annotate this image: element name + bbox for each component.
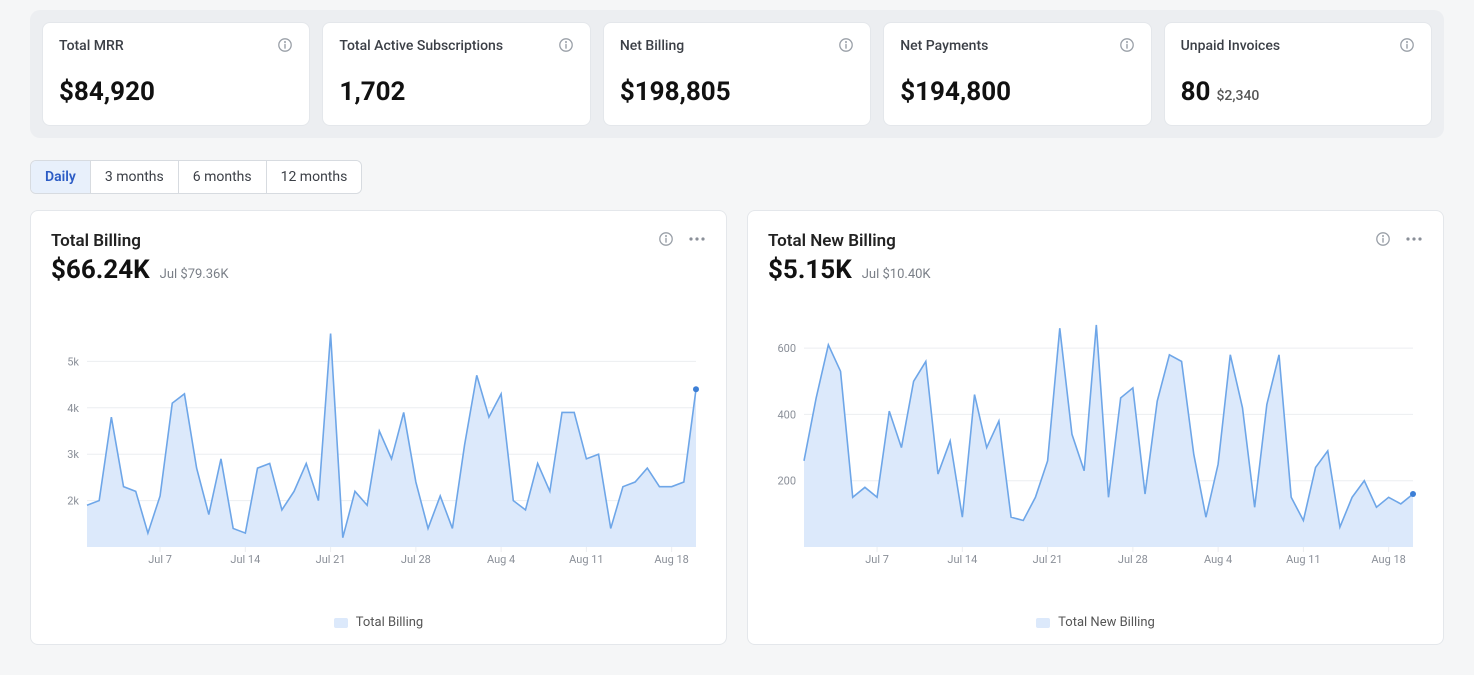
kpi-info-button[interactable] <box>1119 37 1135 53</box>
kpi-info-button[interactable] <box>277 37 293 53</box>
chart-title: Total Billing <box>51 231 141 251</box>
charts-row: Total Billing $66.24K Jul $79.36K 2k 3k 4k 5k J… <box>30 210 1444 645</box>
kpi-value: 80 <box>1181 77 1211 107</box>
svg-text:600: 600 <box>777 342 796 355</box>
tab-daily[interactable]: Daily <box>31 161 91 193</box>
kpi-card[interactable]: Net Payments $194,800 <box>883 22 1151 126</box>
chart-card: Total Billing $66.24K Jul $79.36K 2k 3k 4k 5k J… <box>30 210 727 645</box>
svg-text:3k: 3k <box>67 448 79 461</box>
svg-text:Jul 7: Jul 7 <box>865 553 889 566</box>
kpi-label: Total MRR <box>59 37 124 55</box>
svg-text:Jul 21: Jul 21 <box>1033 553 1063 566</box>
svg-text:Aug 18: Aug 18 <box>654 553 688 566</box>
kpi-info-button[interactable] <box>838 37 854 53</box>
chart-value: $5.15K <box>768 255 852 285</box>
time-range-tabs: Daily3 months6 months12 months <box>30 160 362 194</box>
kpi-value: $198,805 <box>620 77 731 107</box>
kpi-value: $84,920 <box>59 77 155 107</box>
chart-legend: Total New Billing <box>768 615 1423 630</box>
kpi-label: Total Active Subscriptions <box>339 37 503 55</box>
legend-swatch <box>1036 618 1050 628</box>
kpi-card[interactable]: Total Active Subscriptions 1,702 <box>322 22 590 126</box>
svg-text:2k: 2k <box>67 495 79 508</box>
chart-svg: 200 400 600 Jul 7 Jul 14 Jul 21 Jul 28 Aug 4 Aug… <box>768 309 1423 569</box>
legend-label: Total New Billing <box>1058 615 1155 630</box>
info-icon[interactable] <box>277 37 293 53</box>
svg-text:Aug 11: Aug 11 <box>1286 553 1320 566</box>
legend-label: Total Billing <box>356 615 423 630</box>
chart-title: Total New Billing <box>768 231 896 251</box>
svg-text:400: 400 <box>777 408 796 421</box>
kpi-label: Net Billing <box>620 37 684 55</box>
kpi-card[interactable]: Total MRR $84,920 <box>42 22 310 126</box>
svg-text:Aug 18: Aug 18 <box>1371 553 1405 566</box>
chart-card: Total New Billing $5.15K Jul $10.40K 200 400… <box>747 210 1444 645</box>
kpi-label: Net Payments <box>900 37 988 55</box>
chart-svg: 2k 3k 4k 5k Jul 7 Jul 14 Jul 21 Jul 28 Aug 4 Aug … <box>51 309 706 569</box>
kpi-info-button[interactable] <box>1399 37 1415 53</box>
kpi-card[interactable]: Unpaid Invoices 80 $2,340 <box>1164 22 1432 126</box>
svg-text:4k: 4k <box>67 402 79 415</box>
info-icon[interactable] <box>558 37 574 53</box>
info-icon[interactable] <box>838 37 854 53</box>
more-icon[interactable] <box>1405 231 1423 247</box>
svg-text:Jul 14: Jul 14 <box>230 553 260 566</box>
chart-value: $66.24K <box>51 255 150 285</box>
tab-3-months[interactable]: 3 months <box>91 161 179 193</box>
kpi-strip: Total MRR $84,920 Total Active Subscriptio… <box>30 10 1444 138</box>
svg-text:Aug 4: Aug 4 <box>487 553 515 566</box>
kpi-value: 1,702 <box>339 77 405 107</box>
more-icon[interactable] <box>688 231 706 247</box>
info-icon[interactable] <box>1375 231 1391 247</box>
kpi-info-button[interactable] <box>558 37 574 53</box>
svg-text:Aug 4: Aug 4 <box>1204 553 1232 566</box>
svg-text:Jul 21: Jul 21 <box>316 553 346 566</box>
kpi-value: $194,800 <box>900 77 1011 107</box>
chart-plot: 200 400 600 Jul 7 Jul 14 Jul 21 Jul 28 Aug 4 Aug… <box>768 309 1423 609</box>
chart-legend: Total Billing <box>51 615 706 630</box>
svg-text:Jul 28: Jul 28 <box>1118 553 1148 566</box>
legend-swatch <box>334 618 348 628</box>
svg-text:Aug 11: Aug 11 <box>569 553 603 566</box>
tab-12-months[interactable]: 12 months <box>267 161 362 193</box>
info-icon[interactable] <box>1399 37 1415 53</box>
info-icon[interactable] <box>1119 37 1135 53</box>
info-icon[interactable] <box>658 231 674 247</box>
chart-actions <box>1375 231 1423 247</box>
chart-plot: 2k 3k 4k 5k Jul 7 Jul 14 Jul 21 Jul 28 Aug 4 Aug … <box>51 309 706 609</box>
kpi-card[interactable]: Net Billing $198,805 <box>603 22 871 126</box>
svg-text:Jul 14: Jul 14 <box>947 553 977 566</box>
chart-compare: Jul $10.40K <box>862 267 931 282</box>
svg-text:5k: 5k <box>67 355 79 368</box>
tab-6-months[interactable]: 6 months <box>179 161 267 193</box>
svg-text:Jul 28: Jul 28 <box>401 553 431 566</box>
svg-text:200: 200 <box>777 475 796 488</box>
chart-compare: Jul $79.36K <box>160 267 229 282</box>
chart-actions <box>658 231 706 247</box>
kpi-label: Unpaid Invoices <box>1181 37 1280 55</box>
kpi-subvalue: $2,340 <box>1216 88 1259 104</box>
svg-text:Jul 7: Jul 7 <box>148 553 172 566</box>
